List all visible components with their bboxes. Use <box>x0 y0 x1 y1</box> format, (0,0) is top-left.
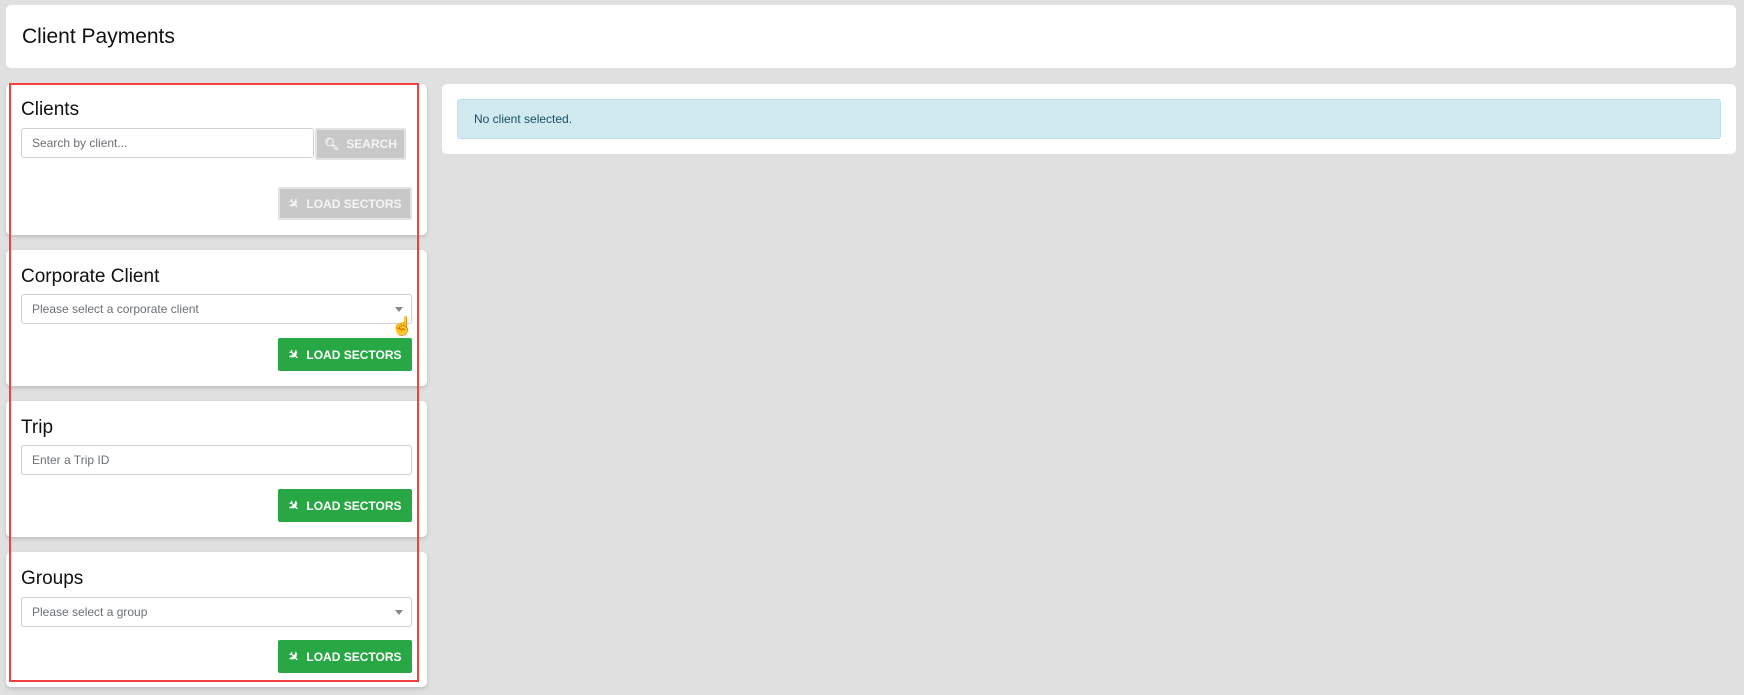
corporate-client-card: Corporate Client Please select a corpora… <box>6 250 427 386</box>
hand-cursor-icon: ☝ <box>391 316 414 336</box>
groups-title: Groups <box>21 568 84 589</box>
clients-title: Clients <box>21 99 80 120</box>
group-select[interactable]: Please select a group <box>21 597 412 627</box>
page-title: Client Payments <box>22 25 175 48</box>
search-icon: 🔍︎ <box>324 137 340 151</box>
corporate-load-sectors-button[interactable]: ✈ LOAD SECTORS <box>278 338 412 371</box>
trip-id-input[interactable] <box>21 445 412 475</box>
trip-title: Trip <box>21 417 54 438</box>
no-client-alert: No client selected. <box>457 99 1721 139</box>
caret-down-icon <box>395 610 403 615</box>
corporate-client-select-value: Please select a corporate client <box>32 302 199 316</box>
load-sectors-label: LOAD SECTORS <box>306 649 402 664</box>
search-button-label: SEARCH <box>346 137 397 151</box>
caret-down-icon <box>395 307 403 312</box>
groups-load-sectors-button[interactable]: ✈ LOAD SECTORS <box>278 640 412 673</box>
load-sectors-label: LOAD SECTORS <box>306 498 402 513</box>
plane-icon: ✈ <box>285 646 304 666</box>
plane-icon: ✈ <box>285 344 304 364</box>
client-details-panel: No client selected. <box>442 84 1736 154</box>
plane-icon: ✈ <box>285 193 304 213</box>
load-sectors-label: LOAD SECTORS <box>306 347 402 362</box>
clients-load-sectors-button[interactable]: ✈ LOAD SECTORS <box>278 187 412 220</box>
plane-icon: ✈ <box>285 495 304 515</box>
corporate-client-title: Corporate Client <box>21 266 160 287</box>
clients-card: Clients 🔍︎ SEARCH ✈ LOAD SECTORS <box>6 84 427 235</box>
trip-load-sectors-button[interactable]: ✈ LOAD SECTORS <box>278 489 412 522</box>
load-sectors-label: LOAD SECTORS <box>306 196 402 211</box>
page-header: Client Payments <box>6 5 1736 68</box>
group-select-value: Please select a group <box>32 605 148 619</box>
search-button[interactable]: 🔍︎ SEARCH <box>315 128 406 160</box>
trip-card: Trip ✈ LOAD SECTORS <box>6 401 427 537</box>
groups-card: Groups Please select a group ✈ LOAD SECT… <box>6 552 427 687</box>
corporate-client-select[interactable]: Please select a corporate client <box>21 294 412 324</box>
client-search-input[interactable] <box>21 128 314 158</box>
